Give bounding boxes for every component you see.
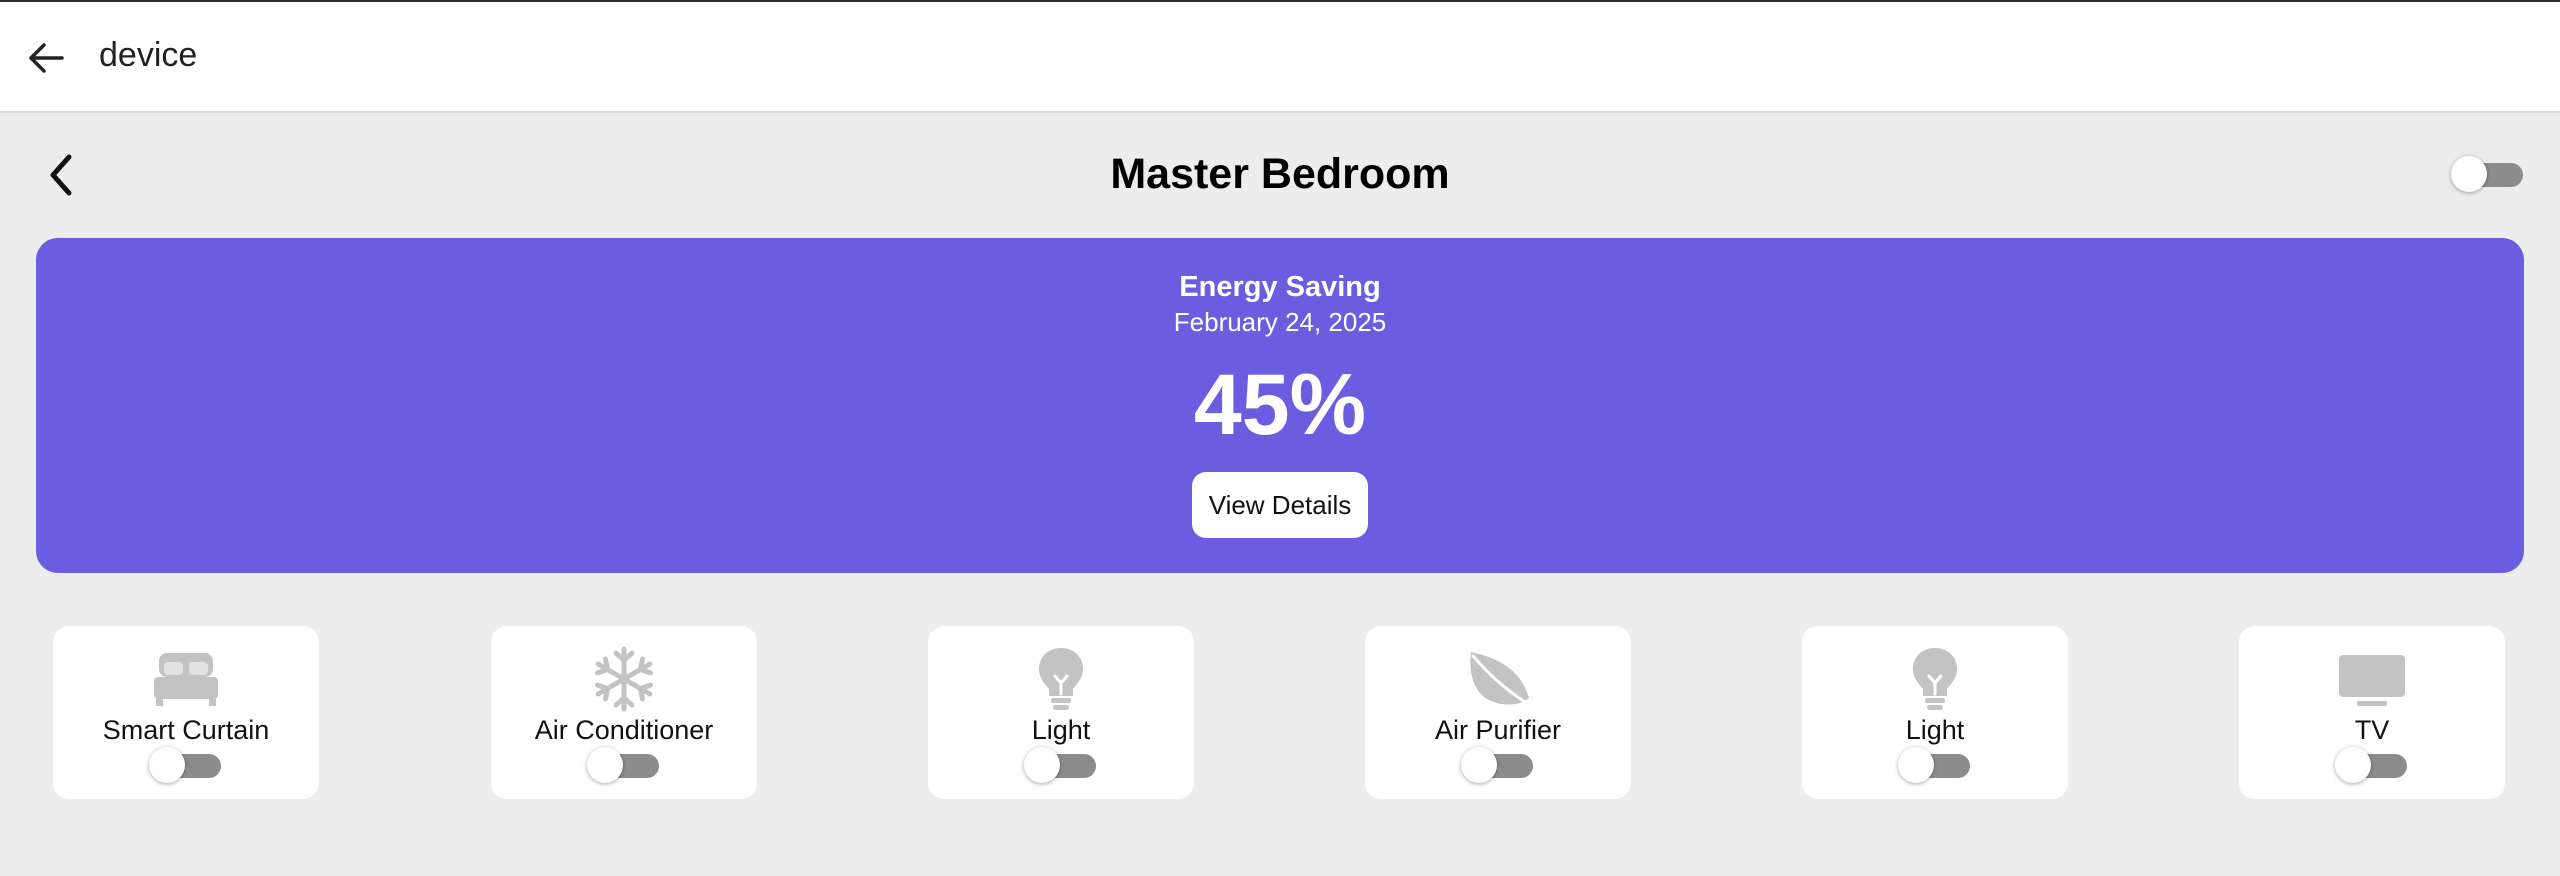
app-bar-title: device	[99, 36, 198, 74]
device-card-air-purifier[interactable]: Air Purifier	[1365, 626, 1631, 799]
app-bar: device	[0, 0, 2560, 113]
energy-saving-value: 45%	[1193, 357, 1367, 453]
banner-date: February 24, 2025	[1173, 307, 1387, 337]
device-toggle[interactable]	[149, 747, 221, 783]
view-details-button[interactable]: View Details	[1192, 472, 1368, 538]
room-master-toggle[interactable]	[2451, 156, 2523, 192]
tv-icon	[2239, 646, 2505, 712]
room-header: Master Bedroom	[0, 140, 2560, 210]
device-label: Air Purifier	[1434, 715, 1562, 745]
device-label: Light	[1031, 715, 1091, 745]
toggle-knob	[1024, 747, 1060, 783]
leaf-icon	[1365, 646, 1631, 712]
room-title: Master Bedroom	[1110, 150, 1450, 198]
lightbulb-icon	[1802, 646, 2068, 712]
toggle-knob	[2451, 156, 2487, 192]
toggle-knob	[1898, 747, 1934, 783]
toggle-knob	[149, 747, 185, 783]
arrow-left-icon[interactable]	[26, 40, 66, 76]
device-card-light[interactable]: Light	[928, 626, 1194, 799]
device-label: Light	[1905, 715, 1965, 745]
banner-title: Energy Saving	[1179, 271, 1381, 303]
device-label: Smart Curtain	[102, 715, 270, 745]
device-toggle[interactable]	[2335, 747, 2407, 783]
device-card-light-2[interactable]: Light	[1802, 626, 2068, 799]
toggle-knob	[2335, 747, 2371, 783]
toggle-knob	[1461, 747, 1497, 783]
lightbulb-icon	[928, 646, 1194, 712]
device-toggle[interactable]	[1898, 747, 1970, 783]
device-card-smart-curtain[interactable]: Smart Curtain	[53, 626, 319, 799]
device-toggle[interactable]	[1024, 747, 1096, 783]
device-card-air-conditioner[interactable]: Air Conditioner	[491, 626, 757, 799]
energy-saving-banner: Energy Saving February 24, 2025 45% View…	[36, 238, 2524, 573]
device-label: Air Conditioner	[534, 715, 714, 745]
toggle-knob	[587, 747, 623, 783]
device-toggle[interactable]	[1461, 747, 1533, 783]
device-label: TV	[2354, 715, 2390, 745]
bed-icon	[53, 646, 319, 712]
snowflake-icon	[491, 646, 757, 712]
device-toggle[interactable]	[587, 747, 659, 783]
device-card-tv[interactable]: TV	[2239, 626, 2505, 799]
